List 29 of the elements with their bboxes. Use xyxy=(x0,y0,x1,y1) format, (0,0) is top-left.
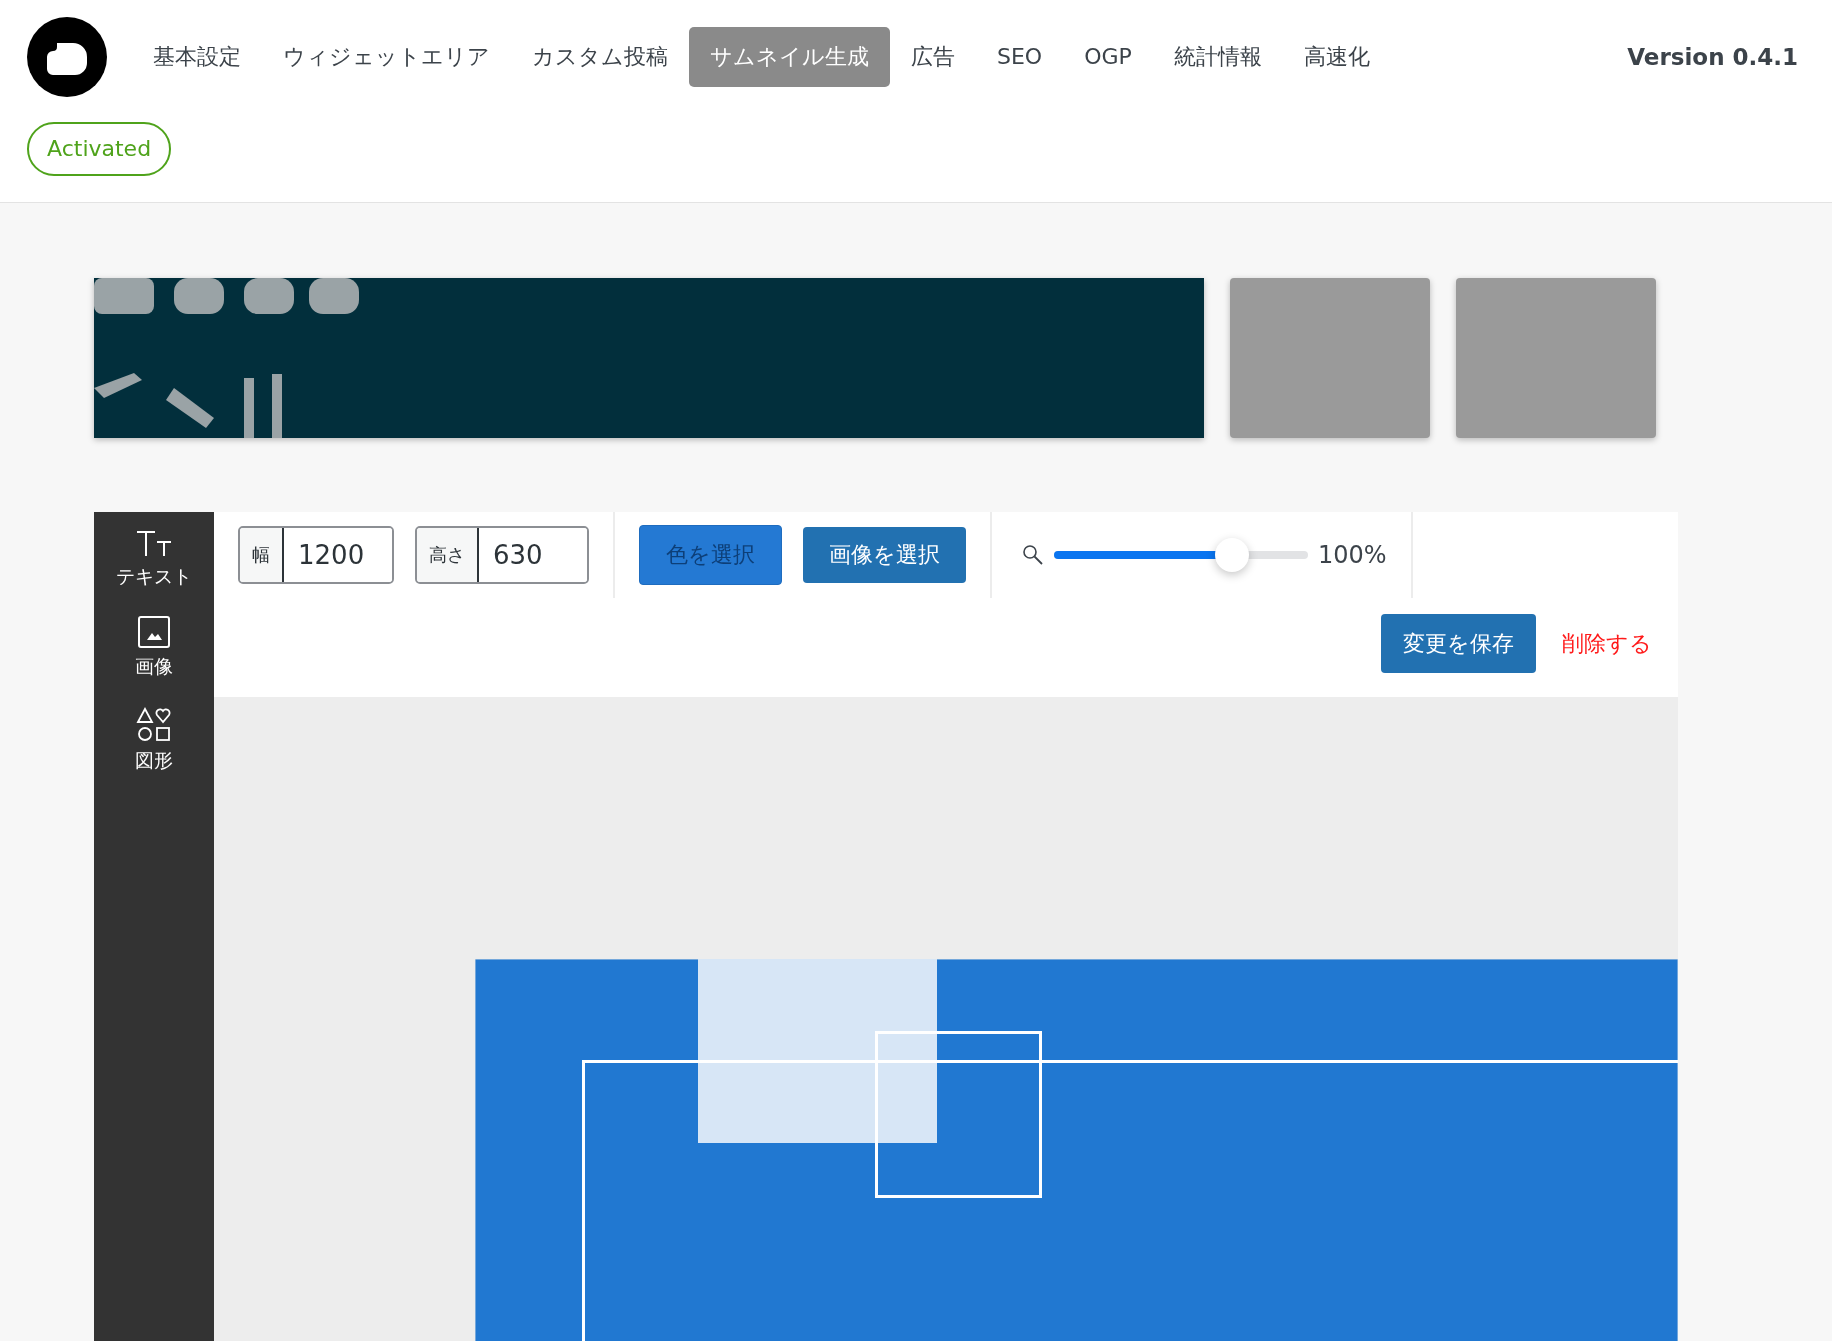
nav-tab[interactable]: カスタム投稿 xyxy=(511,27,689,87)
nav-tab[interactable]: SEO xyxy=(976,27,1064,87)
nav-tab[interactable]: OGP xyxy=(1063,27,1153,87)
logo-icon xyxy=(27,17,107,97)
delete-link[interactable]: 削除する xyxy=(1562,628,1652,659)
nav-tab[interactable]: 高速化 xyxy=(1282,27,1391,87)
number-field[interactable]: 高さ 630 xyxy=(415,526,589,584)
nav-tab[interactable]: ウィジェットエリア xyxy=(262,27,511,87)
tool-label[interactable]: テキスト xyxy=(116,564,192,590)
design-canvas[interactable] xyxy=(475,959,1678,1341)
number-field[interactable]: 幅 1200 xyxy=(238,526,394,584)
tool-label[interactable]: 画像 xyxy=(135,654,173,680)
search-icon xyxy=(1022,544,1044,566)
zoom-slider[interactable] xyxy=(1054,538,1308,572)
image-icon xyxy=(138,616,170,648)
nav-tab[interactable]: 統計情報 xyxy=(1152,27,1283,87)
outlined-square[interactable] xyxy=(875,1031,1042,1198)
nav-tab[interactable]: 基本設定 xyxy=(132,27,262,87)
thumbnail-placeholder[interactable] xyxy=(1230,278,1430,438)
tool-label[interactable]: 図形 xyxy=(135,748,173,774)
status-badge: Activated xyxy=(27,122,172,176)
thumbnail-placeholder[interactable] xyxy=(1456,278,1656,438)
image-button[interactable]: 画像を選択 xyxy=(803,527,966,583)
zoom-reading: 100% xyxy=(1318,541,1387,569)
version-label: Version 0.4.1 xyxy=(1627,44,1798,70)
shapes-icon xyxy=(136,706,172,742)
save-button[interactable]: 変更を保存 xyxy=(1381,614,1536,673)
nav-tab[interactable]: 広告 xyxy=(890,27,976,87)
text-icon xyxy=(135,530,173,558)
